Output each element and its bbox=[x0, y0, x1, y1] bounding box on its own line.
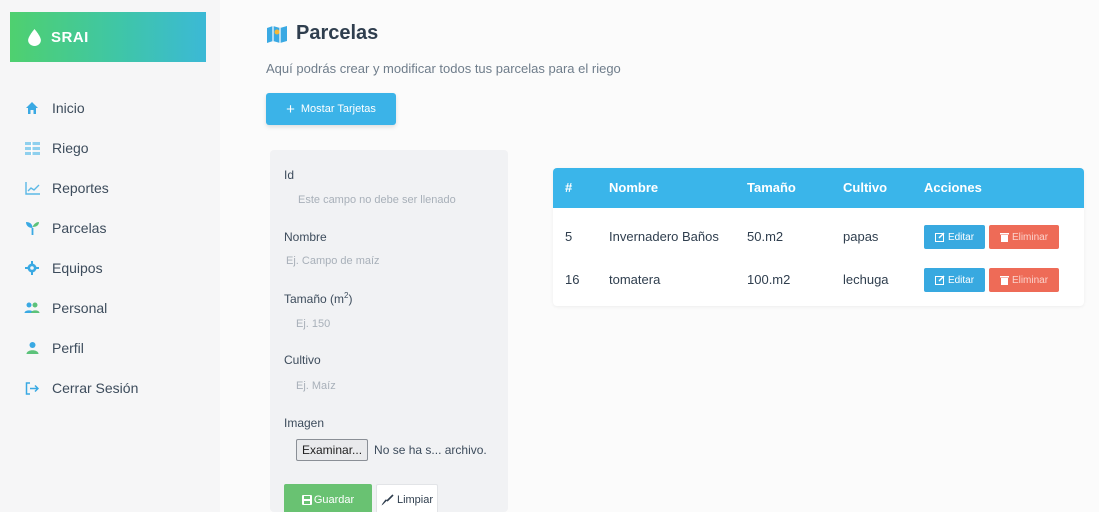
sidebar-item-riego[interactable]: Riego bbox=[24, 128, 138, 168]
cell-id: 5 bbox=[565, 229, 573, 244]
water-drop-icon bbox=[28, 28, 41, 46]
sidebar: SRAI Inicio Riego Reportes Parcelas Equi… bbox=[0, 0, 220, 512]
sidebar-item-label: Cerrar Sesión bbox=[52, 380, 139, 396]
cell-tamano: 100.m2 bbox=[747, 272, 791, 287]
brand-name: SRAI bbox=[51, 28, 89, 46]
gear-icon bbox=[24, 260, 40, 276]
column-header-tamano: Tamaño bbox=[747, 180, 796, 195]
sidebar-item-inicio[interactable]: Inicio bbox=[24, 88, 138, 128]
delete-label: Eliminar bbox=[1011, 231, 1049, 243]
sidebar-nav: Inicio Riego Reportes Parcelas Equipos P… bbox=[24, 88, 138, 408]
sidebar-item-label: Personal bbox=[52, 300, 108, 316]
sidebar-item-label: Inicio bbox=[52, 100, 85, 116]
show-cards-label: Mostar Tarjetas bbox=[300, 103, 376, 115]
edit-icon bbox=[934, 275, 945, 285]
sidebar-item-label: Reportes bbox=[52, 180, 109, 196]
delete-button[interactable]: Eliminar bbox=[989, 225, 1059, 249]
save-icon bbox=[301, 495, 312, 505]
tamano-label: Tamaño (m2) bbox=[284, 291, 353, 306]
sidebar-item-personal[interactable]: Personal bbox=[24, 288, 138, 328]
trash-icon bbox=[999, 276, 1009, 285]
page-subtitle: Aquí podrás crear y modificar todos tus … bbox=[266, 61, 621, 76]
imagen-label: Imagen bbox=[284, 416, 325, 430]
edit-button[interactable]: Editar bbox=[924, 225, 985, 249]
cultivo-field[interactable] bbox=[284, 375, 494, 397]
edit-button[interactable]: Editar bbox=[924, 268, 985, 292]
show-cards-button[interactable]: + Mostar Tarjetas bbox=[266, 93, 396, 125]
delete-label: Eliminar bbox=[1011, 274, 1049, 286]
id-label: Id bbox=[284, 168, 295, 182]
save-label: Guardar bbox=[313, 494, 355, 506]
nombre-label: Nombre bbox=[284, 230, 327, 244]
map-icon bbox=[267, 25, 287, 43]
cell-cultivo: lechuga bbox=[843, 272, 889, 287]
column-header-cultivo: Cultivo bbox=[843, 180, 888, 195]
sidebar-item-label: Riego bbox=[52, 140, 89, 156]
logout-icon bbox=[24, 380, 40, 396]
page-title: Parcelas bbox=[296, 22, 379, 44]
cell-cultivo: papas bbox=[843, 229, 879, 244]
trash-icon bbox=[999, 233, 1009, 242]
edit-icon bbox=[934, 232, 945, 242]
delete-button[interactable]: Eliminar bbox=[989, 268, 1059, 292]
cell-nombre: tomatera bbox=[609, 272, 661, 287]
sidebar-item-equipos[interactable]: Equipos bbox=[24, 248, 138, 288]
column-header-acciones: Acciones bbox=[924, 180, 982, 195]
plus-icon: + bbox=[286, 100, 295, 118]
users-icon bbox=[24, 300, 40, 316]
file-input[interactable]: Examinar... No se ha s... archivo. bbox=[296, 439, 487, 461]
user-icon bbox=[24, 340, 40, 356]
home-icon bbox=[24, 100, 40, 116]
cell-tamano: 50.m2 bbox=[747, 229, 784, 244]
clear-label: Limpiar bbox=[396, 494, 434, 506]
sidebar-item-cerrar-sesion[interactable]: Cerrar Sesión bbox=[24, 368, 138, 408]
parcelas-table: # Nombre Tamaño Cultivo Acciones 5 Inver… bbox=[553, 168, 1084, 306]
file-status: No se ha s... archivo. bbox=[374, 443, 487, 457]
cell-id: 16 bbox=[565, 272, 580, 287]
nombre-field[interactable] bbox=[284, 250, 494, 272]
cell-nombre: Invernadero Baños bbox=[609, 229, 719, 244]
table-row: 5 Invernadero Baños 50.m2 papas Editar E… bbox=[553, 215, 1084, 259]
sidebar-item-perfil[interactable]: Perfil bbox=[24, 328, 138, 368]
column-header-nombre: Nombre bbox=[609, 180, 659, 195]
sidebar-item-parcelas[interactable]: Parcelas bbox=[24, 208, 138, 248]
sidebar-item-reportes[interactable]: Reportes bbox=[24, 168, 138, 208]
column-header-id: # bbox=[565, 180, 573, 195]
sidebar-item-label: Parcelas bbox=[52, 220, 107, 236]
broom-icon bbox=[381, 494, 394, 506]
save-button[interactable]: Guardar bbox=[284, 484, 372, 512]
page-header: Parcelas bbox=[266, 22, 378, 45]
table-header: # Nombre Tamaño Cultivo Acciones bbox=[553, 168, 1084, 208]
clear-button[interactable]: Limpiar bbox=[376, 484, 438, 512]
id-field[interactable] bbox=[284, 189, 494, 211]
table-row: 16 tomatera 100.m2 lechuga Editar Elimin… bbox=[553, 258, 1084, 302]
brand-header[interactable]: SRAI bbox=[10, 12, 206, 62]
sidebar-item-label: Perfil bbox=[52, 340, 84, 356]
table-icon bbox=[24, 140, 40, 156]
browse-button[interactable]: Examinar... bbox=[296, 439, 369, 461]
sidebar-item-label: Equipos bbox=[52, 260, 103, 276]
cultivo-label: Cultivo bbox=[284, 353, 321, 367]
chart-line-icon bbox=[24, 180, 40, 196]
sprout-icon bbox=[24, 220, 40, 236]
parcela-form: Id Nombre Tamaño (m2) Cultivo Imagen Exa… bbox=[270, 150, 508, 512]
tamano-field[interactable] bbox=[284, 313, 494, 335]
edit-label: Editar bbox=[947, 231, 975, 243]
edit-label: Editar bbox=[947, 274, 975, 286]
